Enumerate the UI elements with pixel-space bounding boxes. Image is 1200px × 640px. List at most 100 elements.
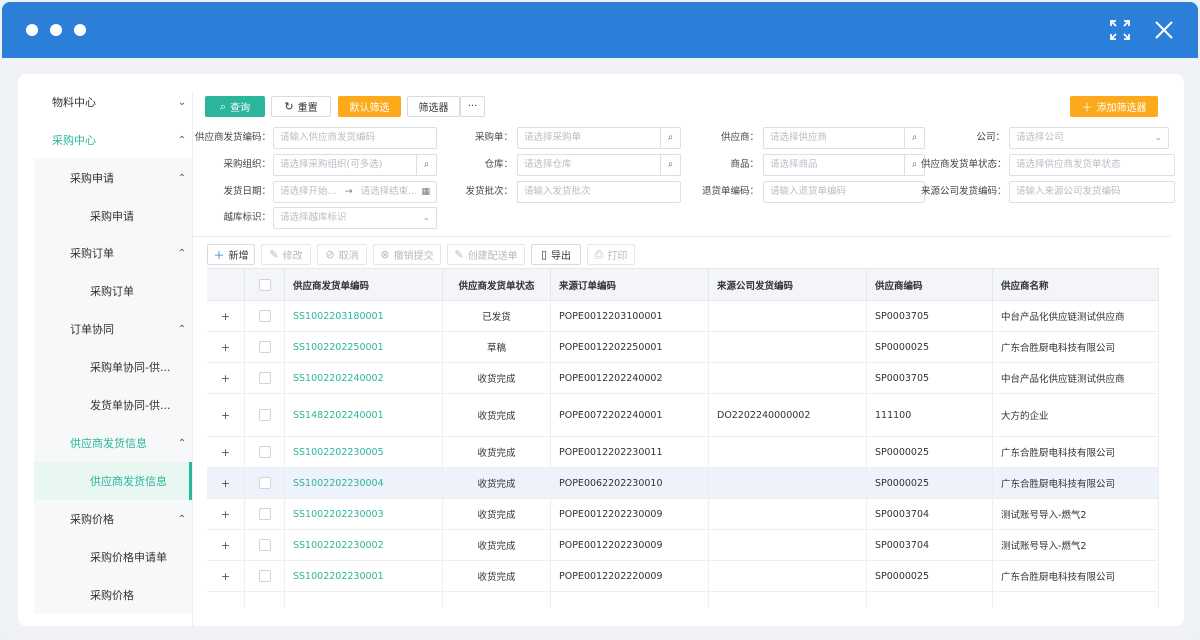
status-cell: 收货完成 — [443, 394, 551, 437]
warehouse-select[interactable]: 请选择仓库 ⌕ — [517, 154, 681, 176]
source-order-cell: POPE0012202230009 — [551, 499, 709, 530]
fullscreen-icon[interactable] — [1108, 18, 1132, 42]
search-icon[interactable]: ⌕ — [904, 128, 924, 148]
table-row-cell: + — [207, 301, 245, 332]
search-icon[interactable]: ⌕ — [660, 128, 680, 148]
row-checkbox[interactable] — [258, 446, 271, 458]
return-code-input[interactable]: 请输入退货单编码 — [763, 181, 925, 203]
window-dot-2[interactable] — [50, 24, 62, 36]
print-button[interactable]: ⎙ 打印 — [587, 244, 635, 265]
sidebar-item-po-collab[interactable]: 采购单协同-供... — [34, 348, 192, 386]
supplier-ship-code-input[interactable]: 请输入供应商发货编码 — [273, 127, 437, 149]
ship-date-end[interactable]: 请选择结束... — [361, 186, 418, 197]
sidebar-item-purchase-price[interactable]: 采购价格 — [34, 576, 192, 614]
select-all-checkbox[interactable] — [258, 278, 271, 291]
ship-date-range[interactable]: 请选择开始... → 请选择结束... ▦ — [273, 181, 437, 203]
row-checkbox[interactable] — [258, 409, 271, 421]
chevron-up-icon: ⌃ — [177, 172, 187, 184]
add-filter-button[interactable]: ＋添加筛选器 — [1070, 96, 1158, 117]
purchase-order-select[interactable]: 请选择采购单 ⌕ — [517, 127, 681, 149]
supplier-name-cell: 广东合胜厨电科技有限公司 — [993, 561, 1159, 592]
column-header[interactable]: 供应商发货单编码 — [285, 269, 443, 301]
expand-row-icon[interactable]: + — [221, 409, 230, 422]
column-header[interactable]: 供应商名称 — [993, 269, 1159, 301]
ship-code-cell[interactable]: SS1002202230001 — [285, 561, 443, 592]
sidebar-item-purchase-order[interactable]: 采购订单 — [34, 272, 192, 310]
file-icon: ▯ — [540, 248, 548, 261]
sidebar-item-purchase-center[interactable]: 采购中心 ⌃ — [34, 122, 192, 158]
column-header[interactable]: 供应商编码 — [867, 269, 993, 301]
row-checkbox[interactable] — [258, 570, 271, 582]
close-icon[interactable] — [1152, 18, 1176, 42]
more-button[interactable]: ··· — [460, 96, 485, 117]
ship-code-cell[interactable]: SS1002202230004 — [285, 468, 443, 499]
expand-row-icon[interactable]: + — [221, 539, 230, 552]
row-checkbox[interactable] — [258, 372, 271, 384]
ship-date-start[interactable]: 请选择开始... — [280, 186, 337, 197]
edit-button[interactable]: ✎ 修改 — [261, 244, 311, 265]
sidebar-item-supplier-ship-info[interactable]: 供应商发货信息 — [34, 462, 192, 500]
expand-row-icon[interactable]: + — [221, 341, 230, 354]
row-checkbox[interactable] — [258, 477, 271, 489]
sidebar-item-supplier-ship-group[interactable]: 供应商发货信息 ⌃ — [34, 424, 192, 462]
column-header[interactable]: 来源公司发货编码 — [709, 269, 867, 301]
goods-select[interactable]: 请选择商品 ⌕ — [763, 154, 925, 176]
cancel-button[interactable]: ⊘ 取消 — [317, 244, 367, 265]
sidebar-item-order-collab-group[interactable]: 订单协同 ⌃ — [34, 310, 192, 348]
search-icon[interactable]: ⌕ — [660, 155, 680, 175]
sidebar-item-purchase-request-group[interactable]: 采购申请 ⌃ — [34, 158, 192, 198]
sidebar-item-purchase-request[interactable]: 采购申请 — [34, 197, 192, 235]
ship-code-cell[interactable]: SS1002202250001 — [285, 332, 443, 363]
create-delivery-button[interactable]: ✎ 创建配送单 — [447, 244, 525, 265]
supplier-select[interactable]: 请选择供应商 ⌕ — [763, 127, 925, 149]
search-icon[interactable]: ⌕ — [416, 155, 436, 175]
row-checkbox[interactable] — [258, 341, 271, 353]
row-checkbox[interactable] — [258, 539, 271, 551]
edit-label: 修改 — [282, 251, 303, 262]
cancel-icon: ⊘ — [325, 248, 335, 261]
ship-code-cell[interactable]: SS1002202230003 — [285, 499, 443, 530]
window-dot-3[interactable] — [74, 24, 86, 36]
expand-row-icon[interactable]: + — [221, 477, 230, 490]
column-header[interactable]: 供应商发货单状态 — [443, 269, 551, 301]
over-stock-select[interactable]: 请选择越库标识 ⌄ — [273, 207, 437, 229]
expand-row-icon[interactable]: + — [221, 570, 230, 583]
new-button[interactable]: ＋新增 — [207, 244, 255, 265]
sidebar-item-price-request[interactable]: 采购价格申请单 — [34, 538, 192, 576]
ship-code-cell[interactable]: SS1002202240002 — [285, 363, 443, 394]
revoke-button[interactable]: ⊗ 撤销提交 — [373, 244, 441, 265]
query-button[interactable]: ⌕ 查询 — [205, 96, 265, 117]
table-row-cell: + — [207, 394, 245, 437]
supplier-name-cell: 测试账号导入-燃气2 — [993, 530, 1159, 561]
expand-column-header — [207, 269, 245, 301]
filter-button[interactable]: 筛选器 — [407, 96, 460, 117]
ship-code-cell[interactable]: SS1002203180001 — [285, 301, 443, 332]
company-select[interactable]: 请选择公司 ⌄ — [1009, 127, 1169, 149]
sidebar: 物料中心 ⌄ 采购中心 ⌃ 采购申请 ⌃ 采购申请 采购订单 ⌃ 采购订单 订单协同 ⌃ … — [34, 84, 192, 614]
ship-code-cell[interactable]: SS1482202240001 — [285, 394, 443, 437]
default-filter-button[interactable]: 默认筛选 — [338, 96, 401, 117]
calendar-icon[interactable]: ▦ — [421, 182, 430, 202]
table-row-cell — [285, 592, 443, 608]
row-checkbox[interactable] — [258, 310, 271, 322]
sidebar-item-material-center[interactable]: 物料中心 ⌄ — [34, 84, 192, 120]
row-checkbox[interactable] — [258, 508, 271, 520]
expand-row-icon[interactable]: + — [221, 446, 230, 459]
purchase-org-select[interactable]: 请选择采购组织(可多选) ⌕ — [273, 154, 437, 176]
sidebar-item-ship-collab[interactable]: 发货单协同-供... — [34, 386, 192, 424]
export-button[interactable]: ▯ 导出 — [531, 244, 581, 265]
sidebar-item-purchase-order-group[interactable]: 采购订单 ⌃ — [34, 234, 192, 272]
ship-batch-input[interactable]: 请输入发货批次 — [517, 181, 681, 203]
shipment-table: 供应商发货单编码 供应商发货单状态 来源订单编码 来源公司发货编码 供应商编码 … — [207, 268, 1159, 608]
expand-row-icon[interactable]: + — [221, 372, 230, 385]
window-dot-1[interactable] — [26, 24, 38, 36]
source-ship-code-input[interactable]: 请输入来源公司发货编码 — [1009, 181, 1175, 203]
ship-code-cell[interactable]: SS1002202230005 — [285, 437, 443, 468]
expand-row-icon[interactable]: + — [221, 508, 230, 521]
ship-code-cell[interactable]: SS1002202230002 — [285, 530, 443, 561]
ship-status-select[interactable]: 请选择供应商发货单状态 — [1009, 154, 1175, 176]
expand-row-icon[interactable]: + — [221, 310, 230, 323]
column-header[interactable]: 来源订单编码 — [551, 269, 709, 301]
reset-button[interactable]: ↻ 重置 — [271, 96, 331, 117]
sidebar-item-purchase-price-group[interactable]: 采购价格 ⌃ — [34, 500, 192, 538]
